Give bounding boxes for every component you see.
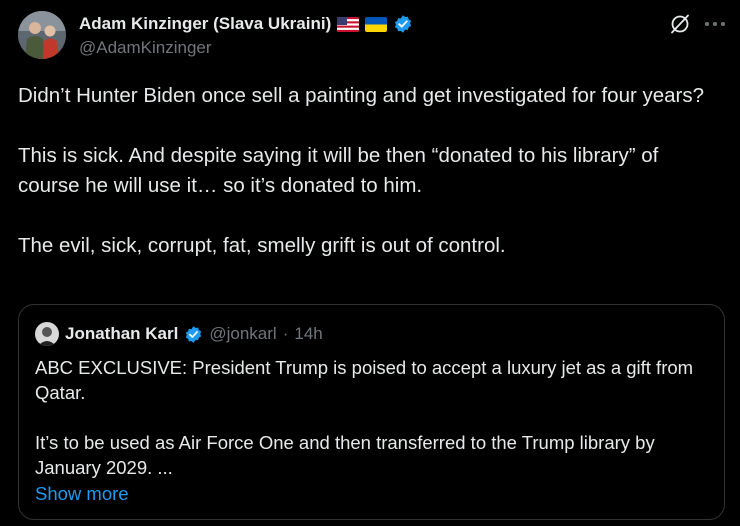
quoted-paragraph: It’s to be used as Air Force One and the… xyxy=(35,432,655,478)
author-name-row: Adam Kinzinger (Slava Ukraini) xyxy=(79,13,413,35)
more-options-icon[interactable] xyxy=(702,12,728,36)
post-text: Didn’t Hunter Biden once sell a painting… xyxy=(18,81,718,261)
author-avatar[interactable] xyxy=(18,11,66,59)
quoted-author-handle: @jonkarl xyxy=(209,324,277,343)
post-paragraph: This is sick. And despite saying it will… xyxy=(18,144,659,197)
grok-icon[interactable] xyxy=(668,12,692,36)
us-flag-icon xyxy=(337,16,360,32)
quoted-post-text: ABC EXCLUSIVE: President Trump is poised… xyxy=(35,355,715,480)
author-display-name[interactable]: Adam Kinzinger (Slava Ukraini) xyxy=(79,14,331,34)
quoted-post-header: Jonathan Karl @jonkarl · 14h xyxy=(35,322,323,346)
author-handle[interactable]: @AdamKinzinger xyxy=(79,38,212,58)
verified-badge-icon xyxy=(184,325,203,344)
ukraine-flag-icon xyxy=(365,16,388,32)
separator-dot: · xyxy=(282,324,289,343)
show-more-link[interactable]: Show more xyxy=(35,483,129,505)
verified-badge-icon[interactable] xyxy=(393,14,413,34)
quoted-author-name: Jonathan Karl xyxy=(65,324,179,343)
quoted-author-avatar xyxy=(35,322,59,346)
quoted-paragraph: ABC EXCLUSIVE: President Trump is poised… xyxy=(35,357,694,403)
quoted-post-timestamp: 14h xyxy=(294,324,323,343)
post: Adam Kinzinger (Slava Ukraini) @AdamKinz… xyxy=(0,0,740,526)
post-paragraph: Didn’t Hunter Biden once sell a painting… xyxy=(18,84,705,107)
quoted-post-card[interactable]: Jonathan Karl @jonkarl · 14h ABC EXCLUSI… xyxy=(18,304,725,520)
post-paragraph: The evil, sick, corrupt, fat, smelly gri… xyxy=(18,234,506,257)
